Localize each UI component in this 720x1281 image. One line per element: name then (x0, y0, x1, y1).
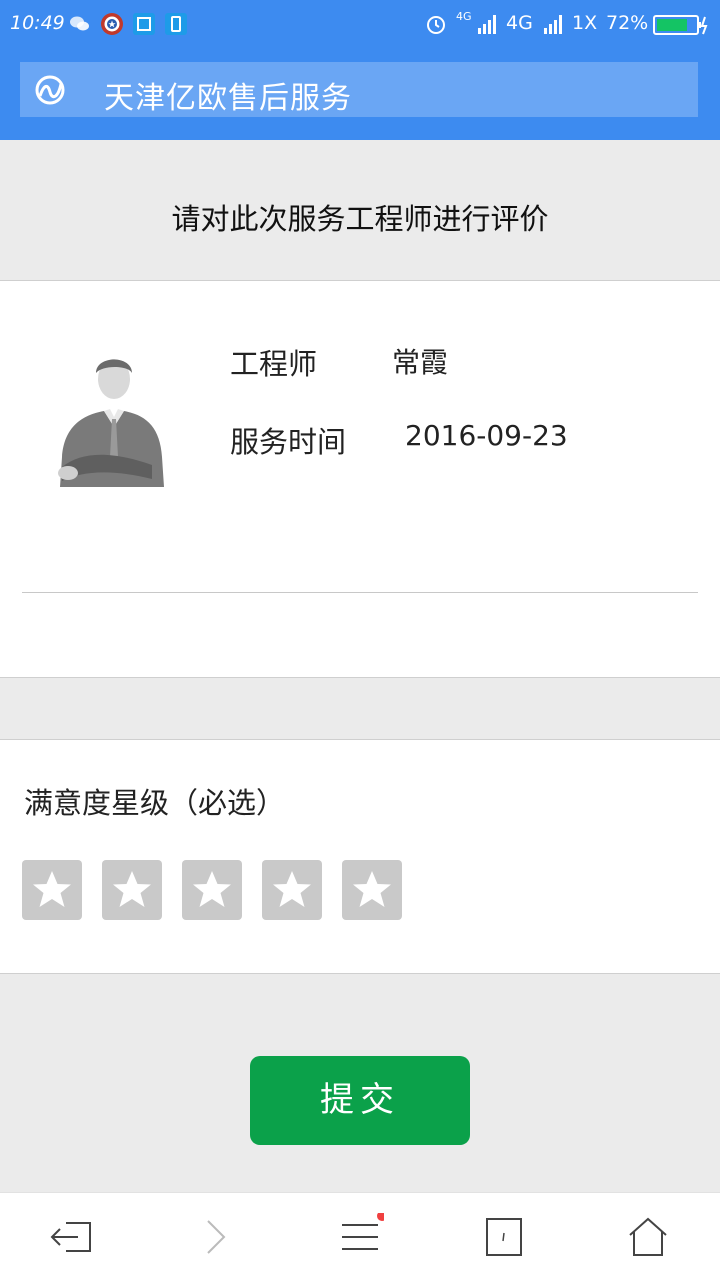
service-time-label: 服务时间 (230, 425, 347, 459)
signal-icon (478, 15, 496, 34)
signal-icon-2 (544, 15, 562, 34)
star-icon (193, 871, 231, 907)
submit-button[interactable]: 提交 (250, 1056, 470, 1145)
home-icon[interactable] (624, 1213, 672, 1261)
rating-section: 满意度星级（必选） (0, 739, 720, 974)
battery-icon (653, 15, 708, 35)
star-icon (273, 871, 311, 907)
back-icon[interactable] (48, 1213, 96, 1261)
wechat-icon (70, 16, 89, 31)
star-icon (113, 871, 151, 907)
star-5[interactable] (342, 860, 402, 920)
menu-icon[interactable] (336, 1213, 384, 1261)
data-4g-badge: 4G (456, 10, 472, 23)
captain-shield-icon (101, 13, 123, 35)
battery-saver-icon (165, 13, 187, 35)
service-date: 2016-09-23 (405, 419, 568, 452)
app-header: 天津亿欧售后服务 (0, 50, 720, 140)
status-bar: 10:49 4G 4G 1X 72% (0, 0, 720, 50)
star-3[interactable] (182, 860, 242, 920)
tabs-icon[interactable] (482, 1213, 530, 1261)
page-title: 天津亿欧售后服务 (104, 81, 352, 116)
divider (22, 592, 698, 593)
star-4[interactable] (262, 860, 322, 920)
alarm-icon (427, 16, 445, 34)
engineer-label: 工程师 (230, 347, 318, 381)
engineer-name: 常霞 (392, 346, 449, 379)
forward-icon[interactable] (194, 1213, 242, 1261)
browser-bottom-bar (0, 1192, 720, 1281)
clock: 10:49 (10, 12, 65, 34)
battery-percent: 72% (606, 12, 649, 34)
star-icon (353, 871, 391, 907)
evaluation-prompt: 请对此次服务工程师进行评价 (171, 202, 549, 236)
evaluation-prompt-band: 请对此次服务工程师进行评价 (0, 140, 720, 281)
network-1x: 1X (572, 12, 598, 34)
app-logo-icon (35, 75, 65, 105)
engineer-card: 工程师 常霞 服务时间 2016-09-23 (0, 281, 720, 678)
star-2[interactable] (102, 860, 162, 920)
star-icon (33, 871, 71, 907)
network-4g: 4G (506, 12, 533, 34)
engineer-avatar (58, 359, 164, 487)
star-1[interactable] (22, 860, 82, 920)
rating-label: 满意度星级（必选） (24, 786, 286, 820)
screenshot-icon (133, 13, 155, 35)
header-bar: 天津亿欧售后服务 (20, 62, 698, 117)
